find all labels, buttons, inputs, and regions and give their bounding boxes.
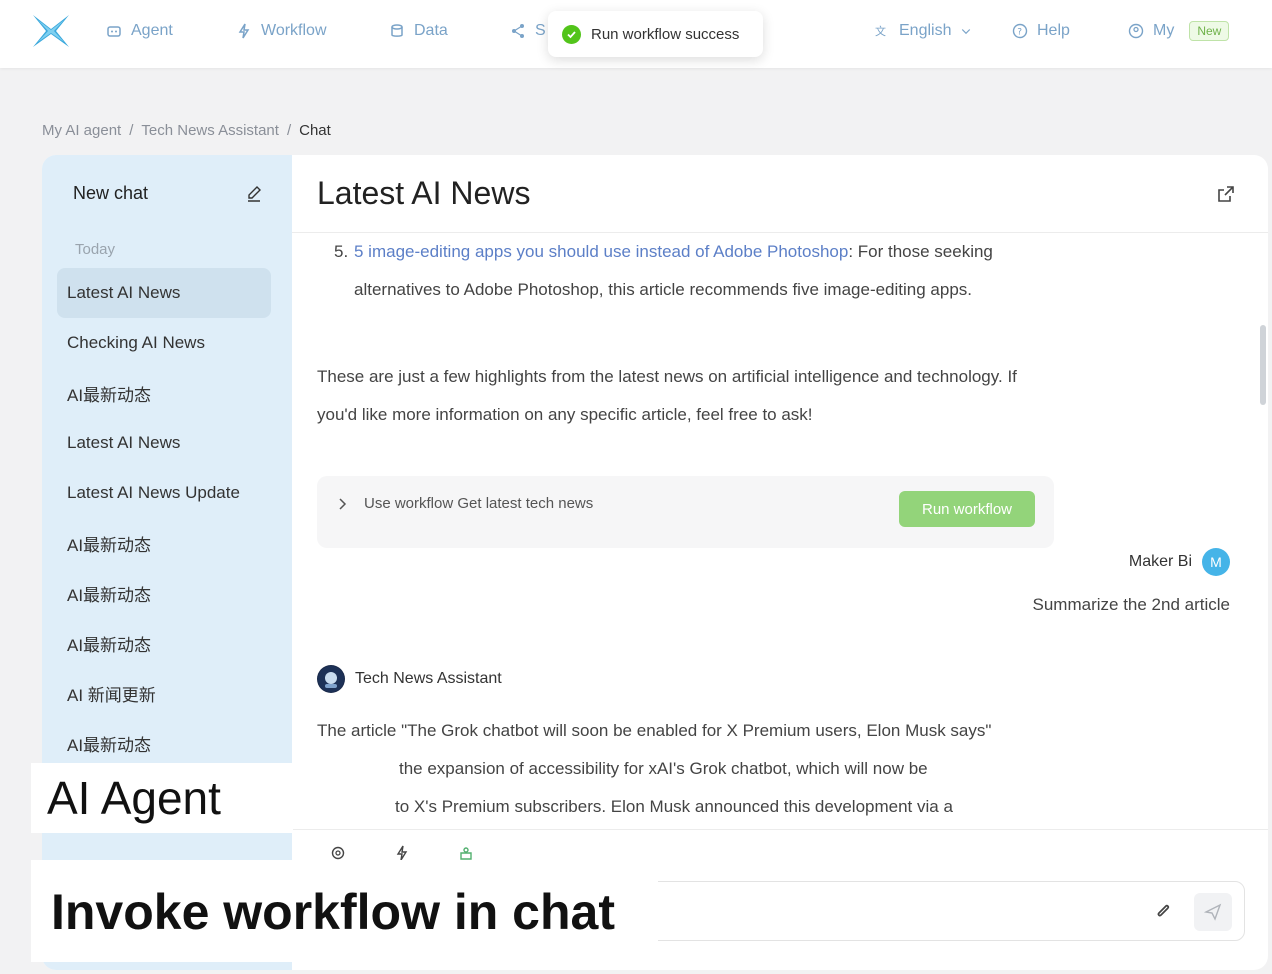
nav-data-label: Data bbox=[414, 22, 448, 39]
chat-history-item[interactable]: Latest AI News bbox=[57, 268, 271, 318]
nav-agent[interactable]: Agent bbox=[106, 20, 173, 42]
nav-my[interactable]: My New bbox=[1128, 20, 1230, 42]
run-workflow-button[interactable]: Run workflow bbox=[899, 491, 1035, 527]
chat-history-item[interactable]: Latest AI News Update bbox=[57, 468, 271, 518]
new-chat-button[interactable]: New chat bbox=[73, 183, 263, 204]
success-toast: Run workflow success bbox=[548, 11, 763, 57]
assistant-summary: These are just a few highlights from the… bbox=[317, 367, 1017, 424]
chat-history-item[interactable]: AI最新动态 bbox=[57, 518, 271, 568]
breadcrumb-item[interactable]: My AI agent bbox=[42, 122, 121, 139]
robot-icon bbox=[107, 26, 121, 37]
database-icon bbox=[391, 24, 403, 37]
bot-message-line: to X's Premium subscribers. Elon Musk an… bbox=[395, 797, 953, 816]
breadcrumb-separator: / bbox=[129, 122, 134, 139]
breadcrumb-separator: / bbox=[286, 122, 292, 139]
app-logo[interactable] bbox=[30, 12, 72, 50]
workflow-panel: Use workflow Get latest tech news Run wo… bbox=[317, 476, 1054, 548]
chat-title: Latest AI News bbox=[317, 175, 531, 211]
bot-avatar bbox=[317, 665, 345, 693]
bot-name: Tech News Assistant bbox=[355, 670, 502, 687]
workflow-text: Use workflow Get latest tech news bbox=[364, 495, 594, 512]
paperclip-icon[interactable] bbox=[1154, 902, 1174, 922]
scrollbar[interactable] bbox=[1260, 325, 1266, 405]
new-chat-label: New chat bbox=[73, 183, 149, 203]
composer-toolbar bbox=[330, 845, 474, 861]
chat-sidebar: New chat Today Latest AI News Checking A… bbox=[42, 155, 292, 970]
breadcrumb: My AI agent / Tech News Assistant / Chat bbox=[42, 122, 331, 139]
message-area[interactable]: 5. 5 image-editing apps you should use i… bbox=[317, 233, 1247, 829]
external-link-icon[interactable] bbox=[1216, 184, 1236, 204]
new-badge: New bbox=[1189, 21, 1230, 41]
avatar: M bbox=[1202, 548, 1230, 576]
edit-icon bbox=[248, 185, 261, 202]
workflow-icon[interactable] bbox=[394, 845, 410, 861]
caption-overlay-patch bbox=[293, 744, 393, 828]
chat-card: New chat Today Latest AI News Checking A… bbox=[42, 155, 1268, 970]
chat-history-item[interactable]: AI最新动态 bbox=[57, 568, 271, 618]
nav-share[interactable]: S bbox=[510, 20, 546, 42]
chat-history-item[interactable]: AI 新闻更新 bbox=[57, 668, 271, 718]
nav-agent-label: Agent bbox=[131, 22, 173, 39]
send-button[interactable] bbox=[1194, 893, 1232, 931]
nav-share-label: S bbox=[535, 22, 546, 39]
bot-message-header: Tech News Assistant bbox=[317, 665, 502, 693]
chat-history-item[interactable]: AI最新动态 bbox=[57, 368, 271, 418]
my-label: My bbox=[1153, 22, 1175, 39]
language-selector[interactable]: 文 English bbox=[874, 20, 972, 42]
bot-message-line: The article "The Grok chatbot will soon … bbox=[317, 721, 992, 740]
send-icon bbox=[1204, 903, 1222, 921]
svg-text:文: 文 bbox=[875, 24, 886, 38]
chevron-right-icon[interactable] bbox=[337, 495, 349, 513]
user-circle-icon bbox=[1128, 23, 1144, 39]
bot-message: The article "The Grok chatbot will soon … bbox=[317, 712, 1077, 826]
settings-icon[interactable] bbox=[330, 845, 346, 861]
list-number: 5. bbox=[334, 242, 349, 261]
chat-history-item[interactable]: Latest AI News bbox=[57, 418, 271, 468]
chat-history-list: Latest AI News Checking AI News AI最新动态 L… bbox=[57, 268, 271, 768]
plugin-icon[interactable] bbox=[458, 845, 474, 861]
check-circle-icon bbox=[562, 24, 581, 44]
nav-data[interactable]: Data bbox=[389, 20, 448, 42]
chevron-down-icon bbox=[962, 29, 971, 35]
video-caption-subtitle: Invoke workflow in chat bbox=[31, 860, 658, 962]
share-icon bbox=[512, 24, 524, 38]
user-message: Summarize the 2nd article bbox=[1032, 595, 1230, 614]
breadcrumb-item[interactable]: Tech News Assistant bbox=[141, 122, 279, 139]
workflow-icon bbox=[238, 23, 250, 39]
toast-text: Run workflow success bbox=[591, 25, 740, 43]
bot-message-line: the expansion of accessibility for xAI's… bbox=[399, 759, 928, 778]
user-message-header: Maker Bi M bbox=[1129, 548, 1230, 576]
chat-history-item[interactable]: AI最新动态 bbox=[57, 718, 271, 768]
divider bbox=[292, 829, 1268, 830]
section-label-today: Today bbox=[75, 241, 116, 258]
help-icon: ? bbox=[1012, 23, 1028, 39]
help-label: Help bbox=[1037, 22, 1070, 39]
breadcrumb-current: Chat bbox=[299, 122, 331, 139]
user-name: Maker Bi bbox=[1128, 553, 1192, 570]
chat-history-item[interactable]: Checking AI News bbox=[57, 318, 271, 368]
article-link[interactable]: 5 image-editing apps you should use inst… bbox=[354, 242, 848, 261]
translate-icon: 文 bbox=[875, 24, 886, 38]
chat-history-item[interactable]: AI最新动态 bbox=[57, 618, 271, 668]
news-list-item: 5. 5 image-editing apps you should use i… bbox=[334, 233, 1014, 309]
nav-workflow[interactable]: Workflow bbox=[236, 20, 327, 42]
nav-workflow-label: Workflow bbox=[261, 22, 327, 39]
chat-main: Latest AI News 5. 5 image-editing apps y… bbox=[292, 155, 1268, 970]
language-label: English bbox=[899, 22, 952, 39]
video-caption-title: AI Agent bbox=[31, 763, 293, 833]
svg-text:?: ? bbox=[1017, 28, 1022, 38]
nav-help[interactable]: ? Help bbox=[1012, 20, 1070, 42]
